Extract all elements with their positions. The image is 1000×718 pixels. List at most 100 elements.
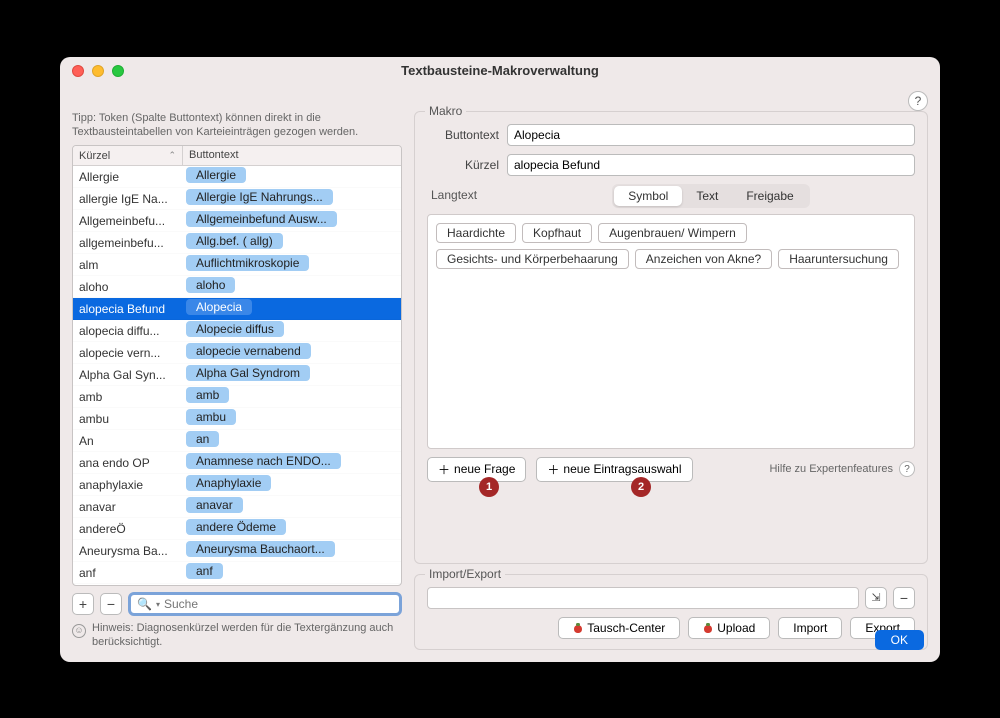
clear-button[interactable]: − — [893, 587, 915, 609]
table-row[interactable]: almAuflichtmikroskopie — [73, 254, 401, 276]
buttontext-cell: Aneurysma Bauchaort... — [183, 540, 401, 561]
search-input[interactable]: 🔍▾ — [128, 592, 402, 616]
table-row[interactable]: andereÖandere Ödeme — [73, 518, 401, 540]
buttontext-cell: andere Ödeme — [183, 518, 401, 539]
buttontext-token[interactable]: aloho — [186, 277, 235, 293]
buttontext-token[interactable]: Allgemeinbefund Ausw... — [186, 211, 337, 227]
left-pane: Tipp: Token (Spalte Buttontext) können d… — [72, 93, 402, 650]
langtext-chip[interactable]: Gesichts- und Körperbehaarung — [436, 249, 629, 269]
table-body[interactable]: AllergieAllergieallergie IgE Na...Allerg… — [73, 166, 401, 585]
right-pane: Makro Buttontext Kürzel Langtext Symbol … — [414, 111, 928, 650]
buttontext-token[interactable]: ambu — [186, 409, 236, 425]
buttontext-token[interactable]: Allergie IgE Nahrungs... — [186, 189, 333, 205]
ok-button[interactable]: OK — [875, 630, 924, 650]
kuerzel-cell: An — [73, 434, 183, 448]
buttontext-token[interactable]: Auflichtmikroskopie — [186, 255, 309, 271]
search-field[interactable] — [164, 597, 393, 611]
buttontext-cell: alopecie vernabend — [183, 342, 401, 363]
buttontext-cell: ambu — [183, 408, 401, 429]
tab-symbol[interactable]: Symbol — [614, 186, 682, 206]
kuerzel-cell: ambu — [73, 412, 183, 426]
table-row[interactable]: anavaranavar — [73, 496, 401, 518]
kuerzel-input[interactable] — [507, 154, 915, 176]
buttontext-token[interactable]: andere Ödeme — [186, 519, 286, 535]
expert-help-button[interactable]: ? — [899, 461, 915, 477]
tomato-icon — [703, 623, 713, 633]
kuerzel-cell: alopecie vern... — [73, 346, 183, 360]
kuerzel-cell: allergie IgE Na... — [73, 192, 183, 206]
langtext-chip[interactable]: Haaruntersuchung — [778, 249, 899, 269]
table-row[interactable]: anaphylaxieAnaphylaxie — [73, 474, 401, 496]
minimize-icon[interactable] — [92, 65, 104, 77]
table-row[interactable]: ambuambu — [73, 408, 401, 430]
tab-freigabe[interactable]: Freigabe — [732, 186, 807, 206]
expert-help: Hilfe zu Expertenfeatures ? — [769, 461, 915, 477]
table-row[interactable]: ambamb — [73, 386, 401, 408]
upload-button[interactable]: Upload — [688, 617, 770, 639]
chevron-down-icon: ▾ — [156, 600, 160, 609]
buttontext-token[interactable]: amb — [186, 387, 229, 403]
buttontext-token[interactable]: Anaphylaxie — [186, 475, 271, 491]
kuerzel-cell: Alpha Gal Syn... — [73, 368, 183, 382]
neue-eintragsauswahl-button[interactable]: ＋neue Eintragsauswahl — [536, 457, 692, 482]
table-row[interactable]: Aneurysma Ba...Aneurysma Bauchaort... — [73, 540, 401, 562]
buttontext-token[interactable]: Allergie — [186, 167, 246, 183]
buttontext-token[interactable]: Allg.bef. ( allg) — [186, 233, 283, 249]
table-row[interactable]: ana endo OPAnamnese nach ENDO... — [73, 452, 401, 474]
buttontext-cell: amb — [183, 386, 401, 407]
col-kuerzel[interactable]: Kürzel⌃ — [73, 146, 183, 165]
langtext-chip[interactable]: Kopfhaut — [522, 223, 592, 243]
buttontext-token[interactable]: Anamnese nach ENDO... — [186, 453, 341, 469]
buttontext-cell: Allergie — [183, 166, 401, 187]
langtext-chip[interactable]: Augenbrauen/ Wimpern — [598, 223, 747, 243]
buttontext-token[interactable]: alopecie vernabend — [186, 343, 311, 359]
table-row[interactable]: anfanf — [73, 562, 401, 584]
smiley-icon: ☺ — [72, 624, 86, 638]
tausch-center-button[interactable]: Tausch-Center — [558, 617, 680, 639]
table-row[interactable]: alopecia BefundAlopecia — [73, 298, 401, 320]
help-button[interactable]: ? — [908, 91, 928, 111]
import-path-field[interactable] — [427, 587, 859, 609]
table-row[interactable]: AllergieAllergie — [73, 166, 401, 188]
search-icon: 🔍 — [137, 597, 152, 611]
makro-group: Makro Buttontext Kürzel Langtext Symbol … — [414, 111, 928, 564]
buttontext-cell: Alopecia — [183, 298, 401, 319]
col-buttontext[interactable]: Buttontext — [183, 146, 401, 165]
kuerzel-cell: Allergie — [73, 170, 183, 184]
buttontext-token[interactable]: anf — [186, 563, 223, 579]
import-button[interactable]: Import — [778, 617, 842, 639]
kuerzel-cell: ana endo OP — [73, 456, 183, 470]
table-row[interactable]: Allgemeinbefu...Allgemeinbefund Ausw... — [73, 210, 401, 232]
table-row[interactable]: Anan — [73, 430, 401, 452]
browse-button[interactable]: ⇲ — [865, 587, 887, 609]
kuerzel-cell: aloho — [73, 280, 183, 294]
buttontext-token[interactable]: Alopecia — [186, 299, 252, 315]
table-row[interactable]: alopecia diffu...Alopecie diffus — [73, 320, 401, 342]
tab-text[interactable]: Text — [682, 186, 732, 206]
sort-indicator-icon: ⌃ — [168, 150, 176, 161]
add-button[interactable]: + — [72, 593, 94, 615]
table-row[interactable]: allgemeinbefu...Allg.bef. ( allg) — [73, 232, 401, 254]
table-row[interactable]: alohoaloho — [73, 276, 401, 298]
zoom-icon[interactable] — [112, 65, 124, 77]
remove-button[interactable]: − — [100, 593, 122, 615]
buttontext-token[interactable]: an — [186, 431, 219, 447]
buttontext-label: Buttontext — [427, 128, 507, 142]
table-row[interactable]: alopecie vern...alopecie vernabend — [73, 342, 401, 364]
buttontext-cell: Allgemeinbefund Ausw... — [183, 210, 401, 231]
close-icon[interactable] — [72, 65, 84, 77]
kuerzel-cell: anavar — [73, 500, 183, 514]
table-row[interactable]: Alpha Gal Syn...Alpha Gal Syndrom — [73, 364, 401, 386]
langtext-chip[interactable]: Anzeichen von Akne? — [635, 249, 772, 269]
buttontext-token[interactable]: Alpha Gal Syndrom — [186, 365, 310, 381]
buttontext-input[interactable] — [507, 124, 915, 146]
neue-frage-button[interactable]: ＋neue Frage — [427, 457, 526, 482]
kuerzel-cell: alopecia diffu... — [73, 324, 183, 338]
buttontext-token[interactable]: Alopecie diffus — [186, 321, 284, 337]
kuerzel-cell: anf — [73, 566, 183, 580]
table-row[interactable]: allergie IgE Na...Allergie IgE Nahrungs.… — [73, 188, 401, 210]
buttontext-token[interactable]: anavar — [186, 497, 243, 513]
langtext-chip[interactable]: Haardichte — [436, 223, 516, 243]
import-export-label: Import/Export — [425, 567, 505, 581]
buttontext-token[interactable]: Aneurysma Bauchaort... — [186, 541, 335, 557]
